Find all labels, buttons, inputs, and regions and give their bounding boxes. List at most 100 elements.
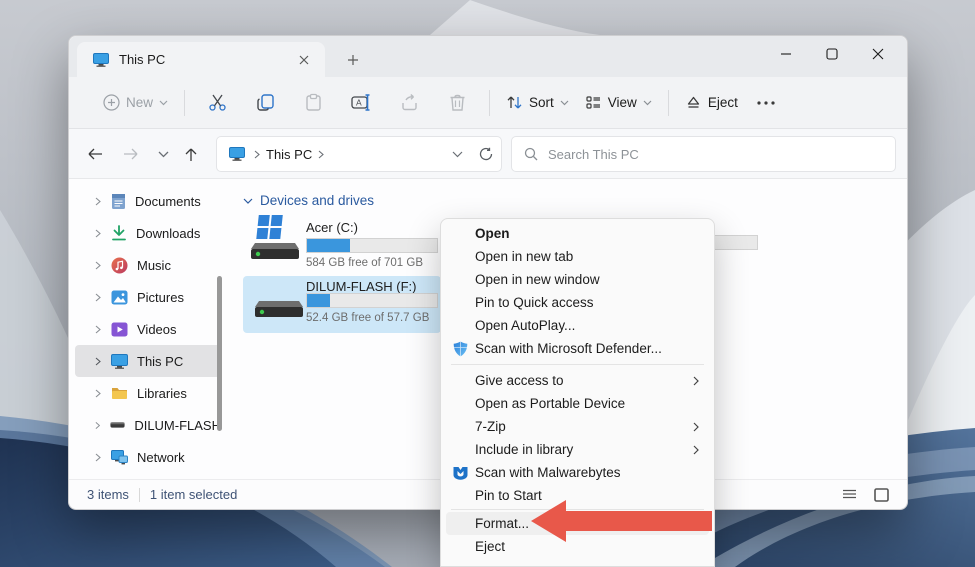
menu-item-open-in-new-tab[interactable]: Open in new tab <box>446 245 709 268</box>
copy-button[interactable] <box>241 86 289 120</box>
submenu-chevron-icon <box>693 376 699 386</box>
tab-title: This PC <box>119 52 293 67</box>
recent-locations-button[interactable] <box>149 140 177 168</box>
tab-close-icon[interactable] <box>293 49 315 71</box>
group-header-devices-and-drives[interactable]: Devices and drives <box>243 193 374 208</box>
pictures-icon <box>111 289 128 306</box>
usb-drive-icon <box>110 420 125 430</box>
expand-chevron-icon <box>95 197 101 206</box>
command-toolbar: New A Sort View <box>69 77 907 129</box>
sidebar-item-music[interactable]: Music <box>75 249 221 281</box>
monitor-icon <box>229 147 245 161</box>
cut-button[interactable] <box>193 86 241 120</box>
submenu-chevron-icon <box>693 422 699 432</box>
capacity-bar-fill <box>307 294 330 307</box>
list-view-icon <box>842 489 857 501</box>
drive-name: Acer (C:) <box>306 220 358 235</box>
delete-button[interactable] <box>433 86 481 120</box>
ellipsis-icon <box>757 101 775 105</box>
toolbar-separator <box>489 90 490 116</box>
sidebar-item-downloads[interactable]: Downloads <box>75 217 221 249</box>
sidebar-item-dilum-flash[interactable]: DILUM-FLASH <box>75 409 221 441</box>
sidebar-item-documents[interactable]: Documents <box>75 185 221 217</box>
videos-icon <box>111 321 128 338</box>
rename-button[interactable]: A <box>337 86 385 120</box>
sidebar-item-libraries[interactable]: Libraries <box>75 377 221 409</box>
share-button[interactable] <box>385 86 433 120</box>
menu-item-open-as-portable-device[interactable]: Open as Portable Device <box>446 392 709 415</box>
sidebar-item-videos[interactable]: Videos <box>75 313 221 345</box>
chevron-down-icon <box>159 100 168 106</box>
capacity-bar <box>306 293 438 308</box>
this-pc-icon <box>111 354 128 369</box>
capacity-bar-fill <box>307 239 350 252</box>
system-drive-icon <box>249 213 301 261</box>
close-button[interactable] <box>855 38 901 70</box>
drive-name: DILUM-FLASH (F:) <box>306 279 417 294</box>
chevron-down-icon <box>643 100 652 106</box>
defender-shield-icon <box>453 341 468 357</box>
back-button[interactable] <box>81 140 109 168</box>
view-grid-icon <box>585 94 602 111</box>
refresh-icon[interactable] <box>479 147 493 161</box>
menu-item-scan-with-malwarebytes[interactable]: Scan with Malwarebytes <box>446 461 709 484</box>
menu-item-give-access-to[interactable]: Give access to <box>446 369 709 392</box>
new-tab-button[interactable] <box>341 48 365 72</box>
menu-item-7-zip[interactable]: 7-Zip <box>446 415 709 438</box>
expand-chevron-icon <box>95 421 100 430</box>
capacity-text: 584 GB free of 701 GB <box>306 257 423 269</box>
items-count: 3 items <box>87 487 129 502</box>
sidebar-scrollbar[interactable] <box>217 276 222 431</box>
menu-item-open[interactable]: Open <box>446 222 709 245</box>
navigation-pane: Documents Downloads Music Pictures Video <box>69 179 231 479</box>
menu-item-open-in-new-window[interactable]: Open in new window <box>446 268 709 291</box>
menu-item-pin-to-quick-access[interactable]: Pin to Quick access <box>446 291 709 314</box>
monitor-icon <box>93 53 109 67</box>
tab-this-pc[interactable]: This PC <box>77 42 325 77</box>
sidebar-item-network[interactable]: Network <box>75 441 221 473</box>
sort-arrows-icon <box>506 94 523 111</box>
large-icons-view-button[interactable] <box>871 485 891 505</box>
collapse-chevron-icon <box>243 198 253 204</box>
expand-chevron-icon <box>95 357 101 366</box>
menu-item-open-autoplay[interactable]: Open AutoPlay... <box>446 314 709 337</box>
search-box <box>511 136 896 172</box>
plus-circle-icon <box>103 94 120 111</box>
address-row: This PC <box>69 129 907 179</box>
libraries-icon <box>111 386 128 400</box>
new-button[interactable]: New <box>95 88 176 117</box>
expand-chevron-icon <box>95 453 101 462</box>
sidebar-item-pictures[interactable]: Pictures <box>75 281 221 313</box>
eject-button[interactable]: Eject <box>677 88 746 117</box>
maximize-button[interactable] <box>809 38 855 70</box>
search-input[interactable] <box>548 147 883 162</box>
expand-chevron-icon <box>95 325 101 334</box>
sidebar-item-this-pc[interactable]: This PC <box>75 345 221 377</box>
format-callout-arrow <box>525 495 720 547</box>
toolbar-separator <box>184 90 185 116</box>
more-options-button[interactable] <box>746 86 786 120</box>
view-button[interactable]: View <box>577 88 660 117</box>
menu-item-scan-with-microsoft-defender[interactable]: Scan with Microsoft Defender... <box>446 337 709 360</box>
breadcrumb-chevron-icon <box>318 150 324 159</box>
malwarebytes-icon <box>453 466 468 480</box>
music-icon <box>111 257 128 274</box>
capacity-text: 52.4 GB free of 57.7 GB <box>306 312 429 324</box>
downloads-icon <box>111 225 127 241</box>
breadcrumb[interactable]: This PC <box>266 147 312 162</box>
menu-separator <box>451 364 704 365</box>
thumbnail-view-icon <box>874 488 889 502</box>
minimize-button[interactable] <box>763 38 809 70</box>
sort-button[interactable]: Sort <box>498 88 577 117</box>
details-view-button[interactable] <box>839 485 859 505</box>
forward-button[interactable] <box>117 140 145 168</box>
expand-chevron-icon <box>95 229 101 238</box>
paste-button[interactable] <box>289 86 337 120</box>
address-dropdown-icon[interactable] <box>452 151 463 158</box>
expand-chevron-icon <box>95 293 101 302</box>
eject-icon <box>685 94 702 111</box>
menu-item-include-in-library[interactable]: Include in library <box>446 438 709 461</box>
search-icon <box>524 147 538 161</box>
address-bar[interactable]: This PC <box>216 136 502 172</box>
up-button[interactable] <box>177 140 205 168</box>
